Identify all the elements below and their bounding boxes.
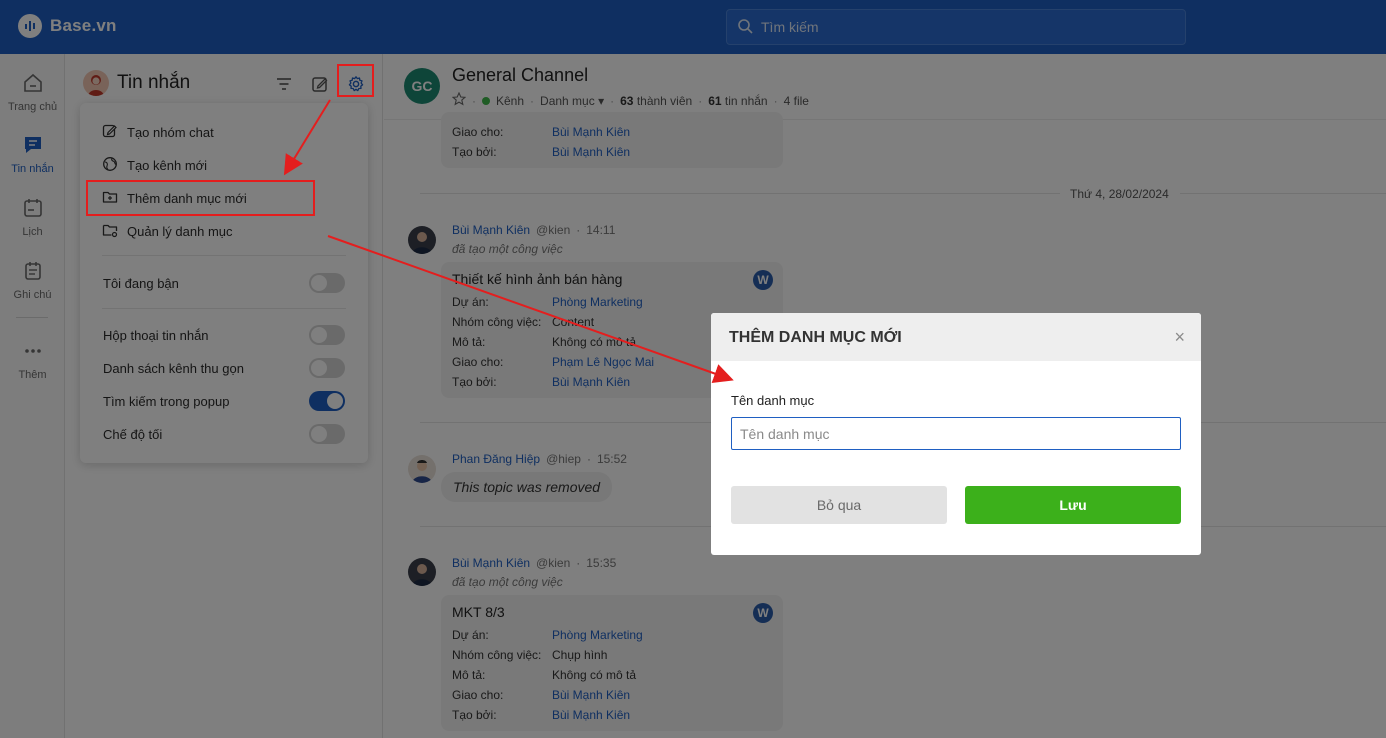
close-icon[interactable]: ×: [1174, 327, 1185, 348]
dialog-header: THÊM DANH MỤC MỚI ×: [711, 313, 1201, 361]
category-name-label: Tên danh mục: [731, 393, 815, 408]
cancel-button[interactable]: Bỏ qua: [731, 486, 947, 524]
category-name-input[interactable]: [731, 417, 1181, 450]
add-category-dialog: THÊM DANH MỤC MỚI × Tên danh mục Bỏ qua …: [711, 313, 1201, 555]
highlight-add-category: [86, 180, 315, 216]
save-button[interactable]: Lưu: [965, 486, 1181, 524]
dialog-title: THÊM DANH MỤC MỚI: [729, 329, 902, 346]
highlight-gear: [337, 64, 374, 97]
